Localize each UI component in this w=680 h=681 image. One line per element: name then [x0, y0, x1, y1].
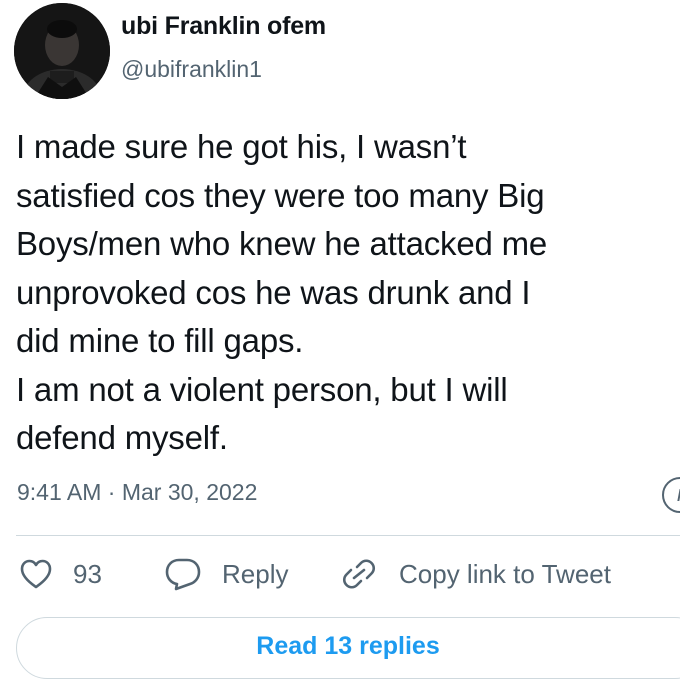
read-replies-label: Read 13 replies: [256, 632, 440, 660]
display-name[interactable]: ubi Franklin ofem: [121, 12, 326, 41]
reply-icon: [164, 557, 202, 591]
read-replies-button[interactable]: Read 13 replies: [16, 617, 680, 679]
heart-icon: [19, 558, 53, 590]
reply-label: Reply: [222, 558, 289, 589]
tweet-timestamp[interactable]: 9:41 AM · Mar 30, 2022: [17, 479, 257, 506]
reply-button[interactable]: Reply: [164, 554, 288, 594]
info-icon[interactable]: i: [662, 477, 680, 513]
user-handle[interactable]: @ubifranklin1: [121, 56, 262, 83]
link-icon: [340, 556, 378, 592]
tweet-text: I made sure he got his, I wasn’t satisfi…: [16, 128, 548, 456]
like-count: 93: [73, 558, 102, 589]
tweet-card: ubi Franklin ofem @ubifranklin1 I made s…: [0, 0, 680, 681]
like-button[interactable]: 93: [19, 554, 102, 594]
divider: [16, 535, 680, 536]
copy-link-button[interactable]: Copy link to Tweet: [340, 554, 611, 594]
copy-link-label: Copy link to Tweet: [399, 558, 611, 589]
avatar[interactable]: [14, 3, 110, 99]
profile-photo-icon: [14, 3, 110, 99]
